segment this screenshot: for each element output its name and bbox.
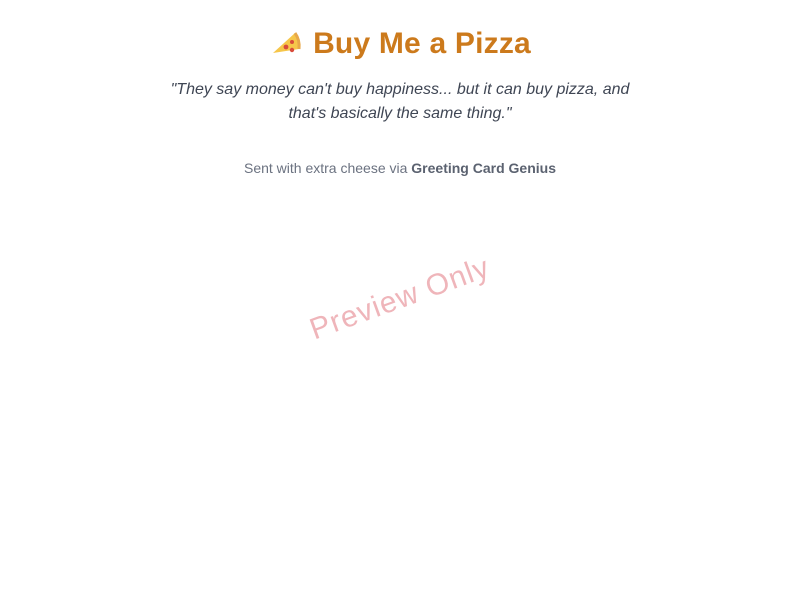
sender-prefix: Sent with extra cheese via — [243, 160, 412, 176]
card-quote: "They say money can't buy happiness... b… — [170, 81, 630, 122]
preview-watermark: Preview Only — [305, 250, 495, 347]
card-title: Buy Me a Pizza — [313, 27, 531, 60]
greeting-card-preview: Buy Me a Pizza "They say money can't buy… — [0, 0, 800, 600]
sender-brand: Greeting Card Genius — [411, 160, 556, 176]
sender-line: Sent with extra cheese via Greeting Card… — [0, 158, 800, 178]
card-header: Buy Me a Pizza — [0, 24, 800, 64]
pizza-slice-icon — [269, 27, 303, 61]
